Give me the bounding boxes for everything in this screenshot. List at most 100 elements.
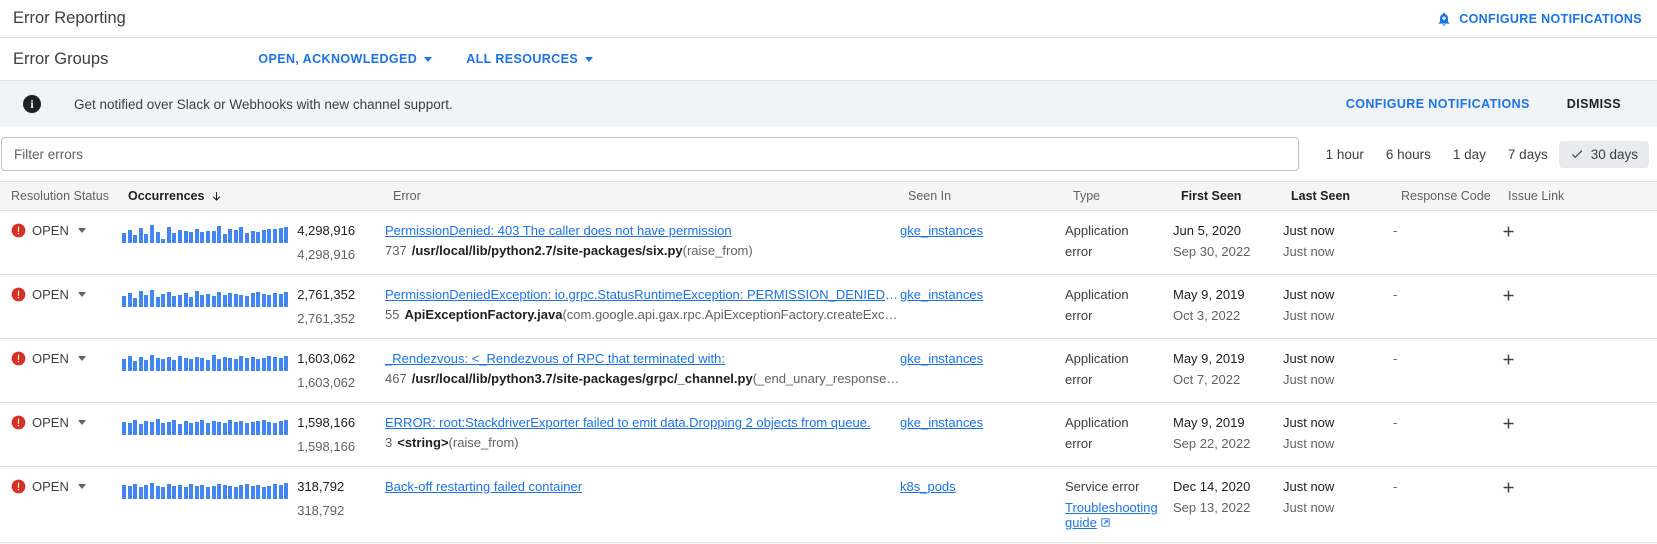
table-row[interactable]: OPEN 2,761,352 2,761,352 PermissionDeniedEx… xyxy=(0,275,1657,339)
response-code-value: - xyxy=(1393,287,1398,302)
error-file-path: <string> xyxy=(397,435,449,450)
external-link-icon xyxy=(1097,515,1111,530)
resource-filter-dropdown[interactable]: ALL RESOURCES xyxy=(466,52,594,66)
time-range-7-days[interactable]: 7 days xyxy=(1497,141,1559,168)
seen-in-link[interactable]: gke_instances xyxy=(900,415,983,430)
cell-type: Service error Troubleshooting guide xyxy=(1065,467,1173,543)
status-dropdown[interactable]: OPEN xyxy=(0,479,122,494)
error-line-number: 3 xyxy=(385,435,393,450)
filter-errors-input[interactable] xyxy=(1,137,1299,171)
add-issue-link-plus-icon[interactable] xyxy=(1500,351,1657,368)
troubleshooting-guide-link[interactable]: Troubleshooting guide xyxy=(1065,500,1173,530)
first-seen-date: May 9, 2019 xyxy=(1173,287,1245,302)
status-dropdown[interactable]: OPEN xyxy=(0,223,122,238)
time-range-label: 6 hours xyxy=(1385,146,1431,162)
time-range-1-day[interactable]: 1 day xyxy=(1442,141,1497,168)
column-header-occurrences[interactable]: Occurrences xyxy=(122,181,385,211)
last-seen-date-secondary: Just now xyxy=(1283,500,1335,515)
column-header-seen-in[interactable]: Seen In xyxy=(900,181,1065,211)
seen-in-link[interactable]: gke_instances xyxy=(900,287,983,302)
column-header-issue-link[interactable]: Issue Link xyxy=(1500,181,1657,211)
error-type-secondary-label: error xyxy=(1065,308,1093,323)
cell-issue-link xyxy=(1500,403,1657,467)
status-filter-dropdown[interactable]: OPEN, ACKNOWLEDGED xyxy=(258,52,433,66)
occurrences-count: 1,598,166 xyxy=(297,415,356,430)
add-issue-link-plus-icon[interactable] xyxy=(1500,287,1657,304)
add-issue-link-plus-icon[interactable] xyxy=(1500,415,1657,432)
error-line-number: 467 xyxy=(385,371,407,386)
table-row[interactable]: OPEN 1,603,062 1,603,062 _Rendezvous: <_Ren… xyxy=(0,339,1657,403)
cell-last-seen: Just now Just now xyxy=(1283,211,1393,275)
add-issue-link-plus-icon[interactable] xyxy=(1500,479,1657,496)
table-row[interactable]: OPEN 4,298,916 4,298,916 PermissionDenied: … xyxy=(0,211,1657,275)
occurrences-count: 1,603,062 xyxy=(297,351,356,366)
column-header-resolution-status[interactable]: Resolution Status xyxy=(0,181,122,211)
column-header-last-seen[interactable]: Last Seen xyxy=(1283,181,1393,211)
error-location: 55 ApiExceptionFactory.java(com.google.ap… xyxy=(385,307,900,322)
column-header-type[interactable]: Type xyxy=(1065,181,1173,211)
time-range-label: 30 days xyxy=(1590,146,1638,162)
table-row[interactable]: OPEN 1,598,166 1,598,166 ERROR: root:Stackd… xyxy=(0,403,1657,467)
status-label: OPEN xyxy=(32,287,69,302)
time-range-1-hour[interactable]: 1 hour xyxy=(1315,141,1375,168)
error-title-link[interactable]: Back-off restarting failed container xyxy=(385,479,900,494)
error-type-secondary-label: error xyxy=(1065,436,1093,451)
occurrences-sparkline xyxy=(122,479,289,499)
chevron-down-icon xyxy=(77,484,86,489)
error-function: (raise_from) xyxy=(448,435,519,450)
cell-first-seen: May 9, 2019 Oct 7, 2022 xyxy=(1173,339,1283,403)
column-header-label: Seen In xyxy=(908,189,952,203)
cell-occurrences: 1,598,166 1,598,166 xyxy=(122,403,385,467)
error-type-secondary: error xyxy=(1065,372,1173,387)
error-title-link[interactable]: PermissionDeniedException: io.grpc.Statu… xyxy=(385,287,900,302)
error-function: (raise_from) xyxy=(682,243,753,258)
error-type-secondary: error xyxy=(1065,244,1173,259)
first-seen-date-secondary: Sep 30, 2022 xyxy=(1173,244,1251,259)
table-row[interactable]: OPEN 318,792 318,792 Back-off restarting fa… xyxy=(0,467,1657,543)
last-seen-date: Just now xyxy=(1283,287,1335,302)
banner-configure-notifications-button[interactable]: CONFIGURE NOTIFICATIONS xyxy=(1346,97,1530,111)
error-title-link[interactable]: _Rendezvous: <_Rendezvous of RPC that te… xyxy=(385,351,900,366)
time-range-30-days[interactable]: 30 days xyxy=(1558,140,1649,168)
column-header-error[interactable]: Error xyxy=(385,181,900,211)
time-range-selector: 1 hour 6 hours 1 day 7 days 30 days xyxy=(1315,140,1649,168)
error-title-link[interactable]: ERROR: root:StackdriverExporter failed t… xyxy=(385,415,900,430)
cell-occurrences: 1,603,062 1,603,062 xyxy=(122,339,385,403)
chevron-down-icon xyxy=(424,56,433,62)
resource-filter-label: ALL RESOURCES xyxy=(466,52,579,66)
occurrences-count: 2,761,352 xyxy=(297,287,356,302)
info-icon: i xyxy=(23,95,41,113)
bell-plus-icon xyxy=(1436,11,1452,27)
filter-row: 1 hour 6 hours 1 day 7 days 30 days xyxy=(0,127,1657,181)
cell-last-seen: Just now Just now xyxy=(1283,403,1393,467)
configure-notifications-button[interactable]: CONFIGURE NOTIFICATIONS xyxy=(1436,11,1647,27)
add-issue-link-plus-icon[interactable] xyxy=(1500,223,1657,240)
column-header-first-seen[interactable]: First Seen xyxy=(1173,181,1283,211)
error-location: 3 <string>(raise_from) xyxy=(385,435,900,450)
occurrences-sparkline xyxy=(122,415,289,435)
occurrences-count-secondary: 1,598,166 xyxy=(297,439,356,454)
seen-in-link[interactable]: k8s_pods xyxy=(900,479,956,494)
error-type-secondary: error xyxy=(1065,436,1173,451)
error-status-icon xyxy=(11,415,26,430)
time-range-label: 7 days xyxy=(1507,146,1548,162)
status-label: OPEN xyxy=(32,479,69,494)
cell-resolution-status: OPEN xyxy=(0,211,122,275)
notification-banner: i Get notified over Slack or Webhooks wi… xyxy=(0,81,1657,127)
response-code-value: - xyxy=(1393,223,1398,238)
status-dropdown[interactable]: OPEN xyxy=(0,351,122,366)
column-header-response-code[interactable]: Response Code xyxy=(1393,181,1500,211)
cell-type: Application error xyxy=(1065,275,1173,339)
seen-in-link[interactable]: gke_instances xyxy=(900,223,983,238)
status-dropdown[interactable]: OPEN xyxy=(0,287,122,302)
time-range-6-hours[interactable]: 6 hours xyxy=(1375,141,1442,168)
occurrences-sparkline xyxy=(122,223,289,243)
error-file-path: /usr/local/lib/python3.7/site-packages/g… xyxy=(411,371,753,386)
error-line-number: 55 xyxy=(385,307,400,322)
banner-dismiss-button[interactable]: DISMISS xyxy=(1567,97,1643,111)
status-dropdown[interactable]: OPEN xyxy=(0,415,122,430)
error-line-number: 737 xyxy=(385,243,407,258)
seen-in-link[interactable]: gke_instances xyxy=(900,351,983,366)
cell-response-code: - xyxy=(1393,275,1500,339)
error-title-link[interactable]: PermissionDenied: 403 The caller does no… xyxy=(385,223,900,238)
